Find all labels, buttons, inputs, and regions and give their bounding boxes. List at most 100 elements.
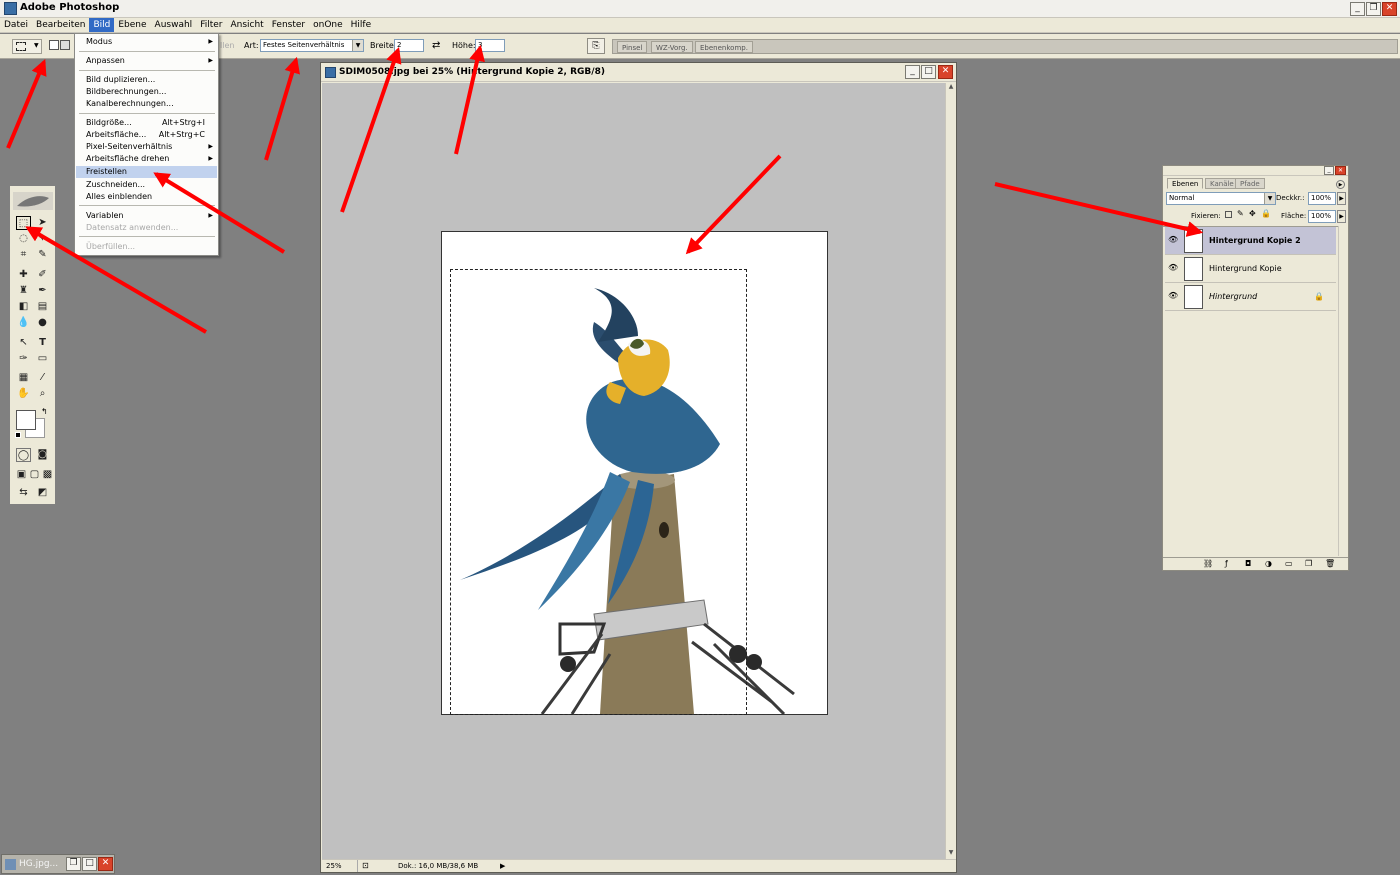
hand-tool-icon[interactable]: ✋	[16, 387, 31, 401]
quickmask-mode-icon[interactable]: ◙	[35, 448, 50, 462]
lasso-tool-icon[interactable]: ◌	[16, 232, 31, 246]
menu-onone[interactable]: onOne	[309, 18, 347, 32]
slice-tool-icon[interactable]: ✎	[35, 248, 50, 262]
status-menu-arrow-icon[interactable]: ▶	[500, 860, 505, 872]
menu-filter[interactable]: Filter	[196, 18, 226, 32]
tool-preset-picker[interactable]: ▼	[12, 39, 42, 54]
pen-tool-icon[interactable]: ✑	[16, 352, 31, 366]
blend-mode-select[interactable]: Normal ▼	[1166, 192, 1276, 205]
brush-tool-icon[interactable]: ✐	[35, 268, 50, 282]
panel-minimize-button[interactable]: _	[1324, 166, 1334, 175]
well-tab-wz-vorg[interactable]: WZ-Vorg.	[651, 41, 693, 53]
eye-icon[interactable]: 👁	[1168, 264, 1178, 272]
parrot-image[interactable]	[441, 231, 828, 715]
menu-ansicht[interactable]: Ansicht	[226, 18, 267, 32]
hoehe-input[interactable]: 3	[475, 39, 505, 52]
lock-transparency-icon[interactable]	[1225, 211, 1232, 218]
tab-pfade[interactable]: Pfade	[1235, 178, 1265, 189]
menu-item-freistellen[interactable]: Freistellen	[76, 166, 217, 178]
minidoc-close-button[interactable]: ✕	[98, 857, 113, 871]
layer-mask-icon[interactable]: ◘	[1245, 559, 1251, 568]
menu-item-bild-duplizieren[interactable]: Bild duplizieren...	[76, 74, 217, 86]
move-tool-icon[interactable]: ➤	[35, 216, 50, 230]
menu-item-variablen[interactable]: Variablen ▶	[76, 210, 217, 222]
healing-brush-icon[interactable]: ✚	[16, 268, 31, 282]
menu-item-modus[interactable]: Modus ▶	[76, 36, 217, 48]
eraser-tool-icon[interactable]: ◧	[16, 300, 31, 314]
art-select[interactable]: Festes Seitenverhältnis ▼	[260, 39, 364, 52]
doc-close-button[interactable]: ✕	[938, 65, 953, 79]
panel-close-button[interactable]: ✕	[1335, 166, 1346, 175]
standard-mode-icon[interactable]: ◯	[16, 448, 31, 462]
zoom-field[interactable]: 25%	[326, 860, 358, 872]
doc-minimize-button[interactable]: _	[905, 65, 920, 79]
fill-arrow-icon[interactable]: ▶	[1337, 210, 1346, 223]
crop-selection-marquee[interactable]	[450, 269, 747, 715]
file-browser-icon[interactable]: ⎘	[587, 38, 605, 54]
lock-pixels-icon[interactable]: ✎	[1237, 209, 1244, 218]
menu-item-zuschneiden[interactable]: Zuschneiden...	[76, 179, 217, 191]
layer-row-hintergrund[interactable]: 👁 Hintergrund 🔒	[1165, 283, 1336, 311]
eye-icon[interactable]: 👁	[1168, 236, 1178, 244]
add-selection-icon[interactable]	[60, 40, 70, 50]
trash-icon[interactable]: 🗑	[1325, 559, 1335, 568]
default-colors-icon[interactable]	[15, 432, 21, 438]
canvas-area[interactable]	[322, 83, 945, 859]
marquee-tool-icon[interactable]: ⬚	[16, 216, 31, 230]
shape-tool-icon[interactable]: ▭	[35, 352, 50, 366]
menu-auswahl[interactable]: Auswahl	[151, 18, 197, 32]
eyedropper-tool-icon[interactable]: ⁄	[35, 371, 50, 385]
menu-datei[interactable]: Datei	[0, 18, 32, 32]
tab-kanaele[interactable]: Kanäle	[1205, 178, 1239, 189]
imageready-jump-icon[interactable]: ⇆	[16, 486, 31, 500]
menu-item-bildgroesse[interactable]: Bildgröße... Alt+Strg+I	[76, 117, 217, 129]
dodge-tool-icon[interactable]: ●	[35, 316, 50, 330]
new-group-icon[interactable]: ▭	[1285, 559, 1293, 568]
menu-item-alles-einblenden[interactable]: Alles einblenden	[76, 191, 217, 203]
minidoc-maximize-button[interactable]: □	[82, 857, 97, 871]
opacity-input[interactable]: 100%	[1308, 192, 1336, 205]
screen-mode-full-icon[interactable]: ▩	[40, 468, 55, 482]
magic-wand-tool-icon[interactable]: ✦	[35, 232, 50, 246]
doc-info[interactable]: Dok.: 16,0 MB/38,6 MB	[398, 860, 478, 872]
history-brush-icon[interactable]: ✒	[35, 284, 50, 298]
fill-input[interactable]: 100%	[1308, 210, 1336, 223]
new-layer-icon[interactable]: ❐	[1305, 559, 1312, 568]
link-layers-icon[interactable]: ⛓	[1203, 559, 1213, 568]
minimized-document[interactable]: HG.jpg... ❐ □ ✕	[1, 854, 115, 874]
menu-hilfe[interactable]: Hilfe	[347, 18, 375, 32]
tab-ebenen[interactable]: Ebenen	[1167, 178, 1204, 189]
zoom-tool-icon[interactable]: ⌕	[35, 387, 50, 401]
menu-bild[interactable]: Bild	[89, 18, 115, 32]
zoom-options-icon[interactable]: ⊡	[362, 860, 369, 872]
menu-bearbeiten[interactable]: Bearbeiten	[32, 18, 89, 32]
well-tab-ebenenkomp[interactable]: Ebenenkomp.	[695, 41, 753, 53]
menu-item-anpassen[interactable]: Anpassen ▶	[76, 55, 217, 67]
vertical-scrollbar[interactable]: ▲ ▼	[945, 83, 956, 859]
menu-item-bildberechnungen[interactable]: Bildberechnungen...	[76, 86, 217, 98]
well-tab-pinsel[interactable]: Pinsel	[617, 41, 648, 53]
layer-row-hintergrund-kopie[interactable]: 👁 Hintergrund Kopie	[1165, 255, 1336, 283]
doc-maximize-button[interactable]: □	[921, 65, 936, 79]
lock-all-icon[interactable]: 🔒	[1261, 209, 1271, 218]
blur-tool-icon[interactable]: 💧	[16, 316, 31, 330]
path-selection-icon[interactable]: ↖	[16, 336, 31, 350]
crop-tool-icon[interactable]: ⌗	[16, 248, 31, 262]
lock-position-icon[interactable]: ✥	[1249, 209, 1256, 218]
notes-tool-icon[interactable]: ▦	[16, 371, 31, 385]
scroll-down-icon[interactable]: ▼	[946, 849, 956, 859]
menu-item-arbeitsflaeche[interactable]: Arbeitsfläche... Alt+Strg+C	[76, 129, 217, 141]
scroll-up-icon[interactable]: ▲	[946, 83, 956, 93]
gradient-tool-icon[interactable]: ▤	[35, 300, 50, 314]
menu-item-pixel-seitenverhaeltnis[interactable]: Pixel-Seitenverhältnis ▶	[76, 141, 217, 153]
minimize-button[interactable]: _	[1350, 2, 1365, 16]
eye-icon[interactable]: 👁	[1168, 292, 1178, 300]
swap-colors-icon[interactable]: ↰	[41, 407, 48, 416]
layer-row-hintergrund-kopie-2[interactable]: 👁 Hintergrund Kopie 2	[1165, 227, 1336, 255]
close-button[interactable]: ✕	[1382, 2, 1397, 16]
swap-arrows-icon[interactable]: ⇄	[432, 40, 440, 51]
minidoc-restore-button[interactable]: ❐	[66, 857, 81, 871]
foreground-color-swatch[interactable]	[16, 410, 36, 430]
panel-menu-icon[interactable]: ▶	[1336, 180, 1345, 189]
opacity-arrow-icon[interactable]: ▶	[1337, 192, 1346, 205]
